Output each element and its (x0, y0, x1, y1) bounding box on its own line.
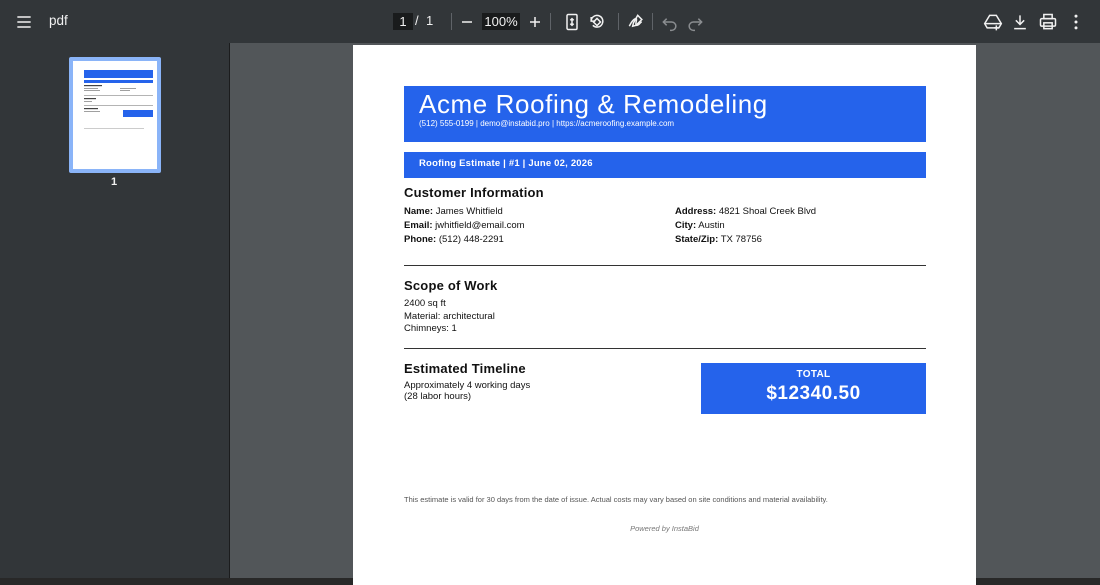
section-divider (404, 348, 926, 349)
annotate-icon[interactable] (624, 10, 648, 34)
customer-city: City: Austin (675, 220, 725, 231)
timeline-hours: (28 labor hours) (404, 391, 471, 402)
scope-area: 2400 sq ft (404, 298, 446, 309)
toolbar-divider (652, 13, 653, 30)
print-icon[interactable] (1036, 10, 1060, 34)
page-total: 1 (426, 13, 433, 28)
page-number-input[interactable]: 1 (393, 13, 413, 30)
disclaimer-text: This estimate is valid for 30 days from … (404, 495, 828, 504)
page-separator: / (415, 13, 419, 28)
customer-heading: Customer Information (404, 185, 544, 200)
document-title: pdf (49, 13, 68, 28)
timeline-heading: Estimated Timeline (404, 361, 526, 376)
total-box: TOTAL $12340.50 (701, 363, 926, 414)
thumbnail-page-image (77, 65, 153, 165)
toolbar-divider (618, 13, 619, 30)
company-header: Acme Roofing & Remodeling (512) 555-0199… (404, 86, 926, 142)
pdf-page: Acme Roofing & Remodeling (512) 555-0199… (353, 45, 976, 585)
customer-address: Address: 4821 Shoal Creek Blvd (675, 206, 816, 217)
redo-icon[interactable] (683, 10, 707, 34)
menu-icon[interactable] (12, 10, 36, 34)
customer-statezip: State/Zip: TX 78756 (675, 234, 762, 245)
estimate-bar: Roofing Estimate | #1 | June 02, 2026 (404, 152, 926, 178)
company-name: Acme Roofing & Remodeling (419, 89, 768, 120)
thumbnail-page-number: 1 (104, 176, 124, 188)
powered-by: Powered by InstaBid (353, 524, 976, 533)
company-contact: (512) 555-0199 | demo@instabid.pro | htt… (419, 119, 674, 128)
scope-heading: Scope of Work (404, 278, 497, 293)
download-icon[interactable] (1008, 10, 1032, 34)
timeline-days: Approximately 4 working days (404, 380, 530, 391)
rotate-icon[interactable] (585, 10, 609, 34)
zoom-in-icon[interactable] (523, 10, 547, 34)
toolbar-divider (451, 13, 452, 30)
thumbnail-preview (77, 65, 153, 165)
customer-email: Email: jwhitfield@email.com (404, 220, 525, 231)
total-value: $12340.50 (701, 383, 926, 405)
scope-material: Material: architectural (404, 311, 495, 322)
drive-save-icon[interactable] (981, 10, 1005, 34)
total-label: TOTAL (701, 369, 926, 380)
customer-phone: Phone: (512) 448-2291 (404, 234, 504, 245)
more-options-icon[interactable] (1064, 10, 1088, 34)
customer-name: Name: James Whitfield (404, 206, 503, 217)
undo-icon[interactable] (658, 10, 682, 34)
zoom-out-icon[interactable] (455, 10, 479, 34)
scope-chimneys: Chimneys: 1 (404, 323, 457, 334)
estimate-info: Roofing Estimate | #1 | June 02, 2026 (419, 158, 593, 169)
fit-page-icon[interactable] (560, 10, 584, 34)
section-divider (404, 265, 926, 266)
pdf-toolbar: pdf 1 / 1 100% (0, 0, 1100, 43)
page-thumbnail[interactable] (69, 57, 161, 173)
toolbar-divider (550, 13, 551, 30)
zoom-input[interactable]: 100% (482, 13, 520, 30)
